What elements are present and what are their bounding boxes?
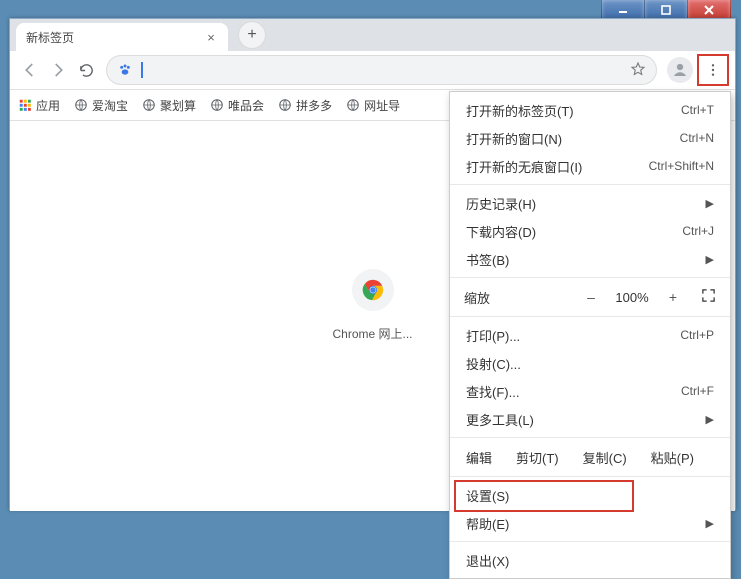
fullscreen-icon[interactable] [701,288,716,306]
menu-history[interactable]: 历史记录(H) ▶ [450,189,730,217]
cursor-caret [141,62,143,78]
zoom-in-button[interactable]: + [661,289,685,305]
menu-find[interactable]: 查找(F)... Ctrl+F [450,377,730,405]
menu-paste[interactable]: 粘贴(P) [643,448,702,467]
bookmark-item[interactable]: 拼多多 [278,97,332,114]
bookmark-item[interactable]: 网址导 [346,97,400,114]
zoom-out-button[interactable]: – [579,289,603,305]
menu-button[interactable] [701,58,725,82]
menu-help[interactable]: 帮助(E) ▶ [450,509,730,537]
zoom-value: 100% [611,290,653,305]
apps-label: 应用 [36,97,60,114]
menu-cut[interactable]: 剪切(T) [508,448,567,467]
menu-cast[interactable]: 投射(C)... [450,349,730,377]
menu-bookmarks[interactable]: 书签(B) ▶ [450,245,730,273]
apps-button[interactable]: 应用 [18,97,60,114]
menu-edit-row: 编辑 剪切(T) 复制(C) 粘贴(P) [450,442,730,472]
shortcut-label: Chrome 网上... [332,325,412,342]
menu-button-highlight [697,54,729,86]
menu-downloads[interactable]: 下载内容(D) Ctrl+J [450,217,730,245]
globe-icon [346,98,360,112]
chrome-icon [362,279,384,301]
menu-exit[interactable]: 退出(X) [450,546,730,574]
bookmark-star-icon[interactable] [630,61,646,80]
reload-button[interactable] [72,56,100,84]
bookmark-item[interactable]: 唯品会 [210,97,264,114]
browser-window: 新标签页 × + [9,18,736,510]
tab-current[interactable]: 新标签页 × [16,23,228,51]
menu-more-tools[interactable]: 更多工具(L) ▶ [450,405,730,433]
chevron-right-icon: ▶ [706,253,714,266]
shortcut-tile[interactable] [352,269,394,311]
tab-strip: 新标签页 × + [10,19,735,51]
chevron-right-icon: ▶ [706,197,714,210]
globe-icon [142,98,156,112]
menu-print[interactable]: 打印(P)... Ctrl+P [450,321,730,349]
globe-icon [278,98,292,112]
tab-title: 新标签页 [26,29,74,46]
back-button[interactable] [16,56,44,84]
tab-close-icon[interactable]: × [204,30,218,44]
menu-new-tab[interactable]: 打开新的标签页(T) Ctrl+T [450,96,730,124]
bookmark-item[interactable]: 爱淘宝 [74,97,128,114]
globe-icon [74,98,88,112]
address-bar[interactable] [106,55,657,85]
menu-new-window[interactable]: 打开新的窗口(N) Ctrl+N [450,124,730,152]
main-menu: 打开新的标签页(T) Ctrl+T 打开新的窗口(N) Ctrl+N 打开新的无… [449,91,731,579]
profile-button[interactable] [667,57,693,83]
bookmark-item[interactable]: 聚划算 [142,97,196,114]
new-tab-button[interactable]: + [238,21,266,49]
site-icon [117,62,133,78]
menu-incognito[interactable]: 打开新的无痕窗口(I) Ctrl+Shift+N [450,152,730,180]
menu-copy[interactable]: 复制(C) [575,448,635,467]
chevron-right-icon: ▶ [706,413,714,426]
toolbar [10,51,735,90]
globe-icon [210,98,224,112]
menu-zoom-row: 缩放 – 100% + [450,282,730,312]
address-input[interactable] [147,62,624,79]
forward-button[interactable] [44,56,72,84]
chevron-right-icon: ▶ [706,517,714,530]
menu-settings[interactable]: 设置(S) [450,481,730,509]
